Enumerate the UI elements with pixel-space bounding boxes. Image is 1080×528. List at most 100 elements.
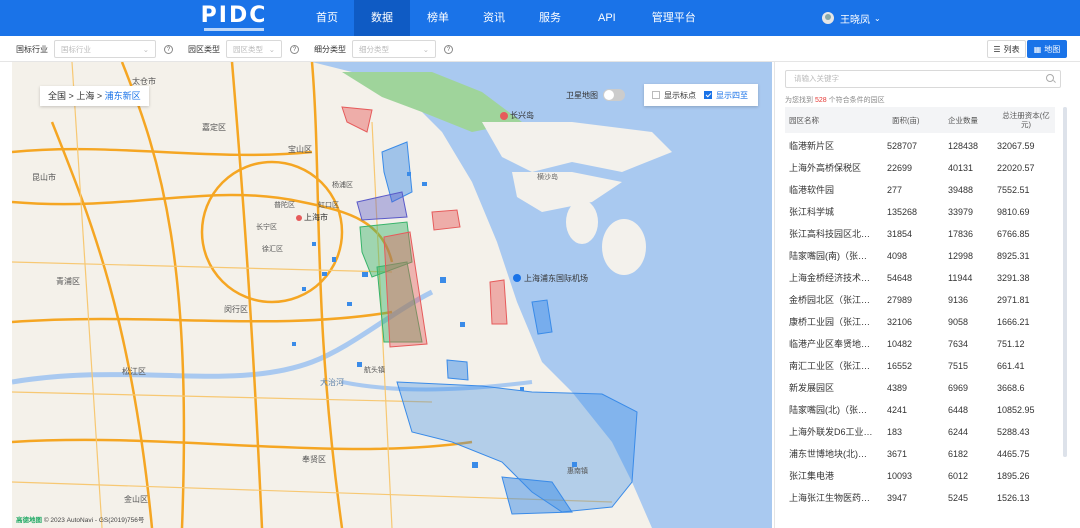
map-canvas[interactable]: 长兴岛 横沙岛 上海市 上海浦东国际机场 大治河 航头镇 惠南镇 松江区 青浦区… — [12, 62, 772, 528]
map-view-button[interactable]: ▦ 地图 — [1027, 40, 1067, 58]
capital-cell: 7552.51 — [997, 185, 1030, 195]
nav-item-admin[interactable]: 管理平台 — [636, 0, 712, 36]
table-row[interactable]: 上海张江生物医药… 3947 5245 1526.13 — [785, 487, 1055, 509]
park-name-cell: 上海外联发D6工业… — [789, 427, 873, 437]
table-row[interactable]: 上海外联发D6工业… 183 6244 5288.43 — [785, 421, 1055, 443]
company-count-cell: 6182 — [948, 449, 969, 459]
nav-item-services[interactable]: 服务 — [522, 0, 578, 36]
company-count-cell: 6969 — [948, 383, 969, 393]
label-jinshan: 金山区 — [124, 495, 148, 504]
pidc-logo[interactable]: PIDC — [200, 4, 268, 32]
industry-filter: 国标行业 国标行业 ⌄ ? — [16, 40, 173, 58]
park-name-cell: 南汇工业区（张江… — [789, 361, 871, 371]
area-cell: 3671 — [887, 449, 908, 459]
scrollbar-thumb[interactable] — [1063, 107, 1067, 457]
capital-cell: 661.41 — [997, 361, 1025, 371]
capital-cell: 751.12 — [997, 339, 1025, 349]
area-cell: 22699 — [887, 163, 913, 173]
area-cell: 3947 — [887, 493, 908, 503]
show-boundary-label[interactable]: 显示四至 — [716, 90, 748, 101]
park-name-cell: 新发展园区 — [789, 383, 835, 393]
list-view-button[interactable]: ☰ 列表 — [987, 40, 1026, 58]
label-yangpu: 杨浦区 — [332, 182, 353, 189]
table-row[interactable]: 临港软件园 277 39488 7552.51 — [785, 179, 1055, 201]
table-row[interactable]: 上海外高桥保税区 22699 40131 22020.57 — [785, 157, 1055, 179]
label-minhang: 闵行区 — [224, 305, 248, 314]
table-row[interactable]: 陆家嘴园(北)（张… 4241 6448 10852.95 — [785, 399, 1055, 421]
capital-cell: 10852.95 — [997, 405, 1035, 415]
column-header-companies[interactable]: 企业数量 — [948, 107, 978, 133]
park-name-cell: 上海外高桥保税区 — [789, 163, 862, 173]
breadcrumb-root[interactable]: 全国 — [48, 91, 66, 101]
company-count-cell: 128438 — [948, 141, 979, 151]
breadcrumb-separator: > — [96, 91, 103, 101]
label-qingpu: 青浦区 — [56, 277, 80, 286]
breadcrumb-separator: > — [68, 91, 74, 101]
industry-filter-label: 国标行业 — [16, 44, 48, 54]
area-cell: 54648 — [887, 273, 913, 283]
company-count-cell: 6244 — [948, 427, 969, 437]
area-cell: 16552 — [887, 361, 913, 371]
company-count-cell: 12998 — [948, 251, 974, 261]
table-row[interactable]: 张江集电港 10093 6012 1895.26 — [785, 465, 1055, 487]
table-row[interactable]: 康桥工业园（张江… 32106 9058 1666.21 — [785, 311, 1055, 333]
map-view-label: 地图 — [1044, 44, 1061, 54]
company-count-cell: 5245 — [948, 493, 969, 503]
column-header-name[interactable]: 园区名称 — [789, 107, 819, 133]
company-count-cell: 6012 — [948, 471, 969, 481]
help-icon[interactable]: ? — [444, 44, 453, 54]
table-row[interactable]: 张江高科技园区北… 31854 17836 6766.85 — [785, 223, 1055, 245]
company-count-cell: 9058 — [948, 317, 969, 327]
top-navigation-bar: PIDC 首页 数据 榜单 资讯 服务 API 管理平台 王晓凤 ⌄ — [0, 0, 1080, 36]
chevron-down-icon: ⌄ — [422, 44, 429, 54]
map-graphic — [12, 62, 772, 528]
show-points-checkbox[interactable] — [652, 91, 660, 99]
search-input[interactable]: 请输入关键字 — [785, 70, 1061, 88]
scrollbar-track[interactable] — [1063, 107, 1067, 457]
satellite-switch[interactable] — [603, 89, 625, 101]
nav-item-api[interactable]: API — [578, 0, 636, 36]
nav-item-home[interactable]: 首页 — [300, 0, 354, 36]
park-name-cell: 陆家嘴园(北)（张… — [789, 405, 867, 415]
area-cell: 183 — [887, 427, 903, 437]
area-cell: 4098 — [887, 251, 908, 261]
company-count-cell: 33979 — [948, 207, 974, 217]
table-row[interactable]: 新发展园区 4389 6969 3668.6 — [785, 377, 1055, 399]
search-icon[interactable] — [1046, 74, 1054, 82]
company-count-cell: 17836 — [948, 229, 974, 239]
list-view-label: 列表 — [1003, 44, 1020, 54]
column-header-capital[interactable]: 总注册资本(亿元) — [1000, 107, 1052, 133]
table-row[interactable]: 临港新片区 528707 128438 32067.59 — [785, 135, 1055, 157]
capital-cell: 4465.75 — [997, 449, 1030, 459]
table-row[interactable]: 临港产业区奉贤地… 10482 7634 751.12 — [785, 333, 1055, 355]
user-menu[interactable]: 王晓凤 ⌄ — [822, 0, 881, 36]
show-boundary-checkbox[interactable] — [704, 91, 712, 99]
table-row[interactable]: 上海金桥经济技术… 54648 11944 3291.38 — [785, 267, 1055, 289]
park-type-select[interactable]: 园区类型 ⌄ — [226, 40, 282, 58]
nav-item-news[interactable]: 资讯 — [466, 0, 522, 36]
column-header-area[interactable]: 面积(亩) — [892, 107, 920, 133]
breadcrumb-city[interactable]: 上海 — [76, 91, 94, 101]
area-cell: 4241 — [887, 405, 908, 415]
company-count-cell: 39488 — [948, 185, 974, 195]
nav-item-data[interactable]: 数据 — [354, 0, 410, 36]
help-icon[interactable]: ? — [290, 44, 299, 54]
subtype-select[interactable]: 细分类型 ⌄ — [352, 40, 436, 58]
area-cell: 10093 — [887, 471, 913, 481]
satellite-label: 卫星地图 — [566, 90, 598, 100]
logo-underline — [204, 27, 264, 31]
help-icon[interactable]: ? — [164, 44, 173, 54]
breadcrumb: 全国 > 上海 > 浦东新区 — [40, 86, 149, 106]
show-points-label[interactable]: 显示标点 — [664, 90, 696, 101]
table-row[interactable]: 浦东世博地块(北)… 3671 6182 4465.75 — [785, 443, 1055, 465]
capital-cell: 3668.6 — [997, 383, 1025, 393]
table-row[interactable]: 金桥园北区（张江… 27989 9136 2971.81 — [785, 289, 1055, 311]
satellite-toggle[interactable]: 卫星地图 — [566, 86, 625, 104]
table-row[interactable]: 南汇工业区（张江… 16552 7515 661.41 — [785, 355, 1055, 377]
industry-select[interactable]: 国标行业 ⌄ — [54, 40, 156, 58]
nav-item-rankings[interactable]: 榜单 — [410, 0, 466, 36]
park-type-select-placeholder: 园区类型 — [233, 44, 263, 54]
table-row[interactable]: 张江科学城 135268 33979 9810.69 — [785, 201, 1055, 223]
park-name-cell: 金桥园北区（张江… — [789, 295, 871, 305]
table-row[interactable]: 陆家嘴园(南)（张… 4098 12998 8925.31 — [785, 245, 1055, 267]
